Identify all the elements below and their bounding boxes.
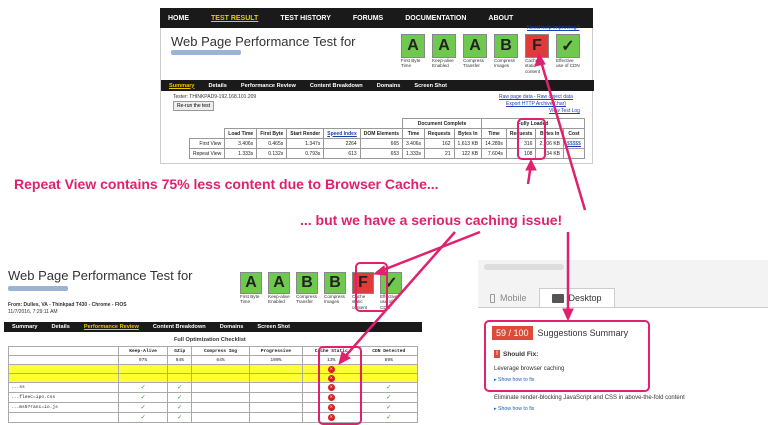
arrowhead-pagespeed xyxy=(562,308,574,322)
arrow-cache-column xyxy=(341,231,456,361)
arrow-cache-grade-top xyxy=(538,57,587,211)
arrowhead-cache-bottom xyxy=(372,265,387,276)
annotation-arrows xyxy=(338,52,587,365)
arrowhead-bytes-in xyxy=(525,158,537,171)
arrow-cache-grade-bottom xyxy=(377,230,481,274)
arrowhead-cache-top xyxy=(534,52,546,67)
